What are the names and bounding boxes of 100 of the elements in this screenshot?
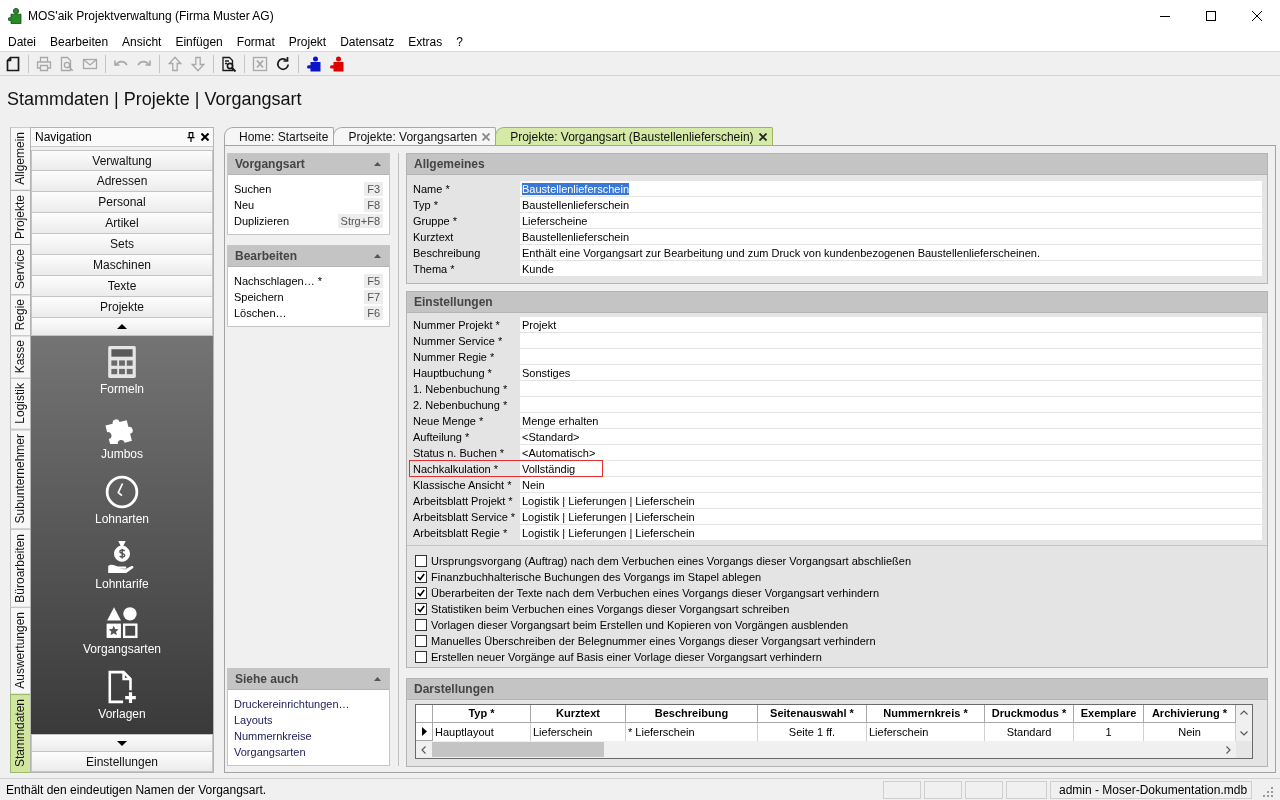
checkbox[interactable] xyxy=(415,651,427,663)
checkbox[interactable] xyxy=(415,619,427,631)
command-link[interactable]: Duplizieren xyxy=(234,215,290,227)
text-field[interactable]: Logistik | Lieferungen | Lieferschein xyxy=(520,493,1262,508)
caret-up-icon[interactable] xyxy=(374,677,381,681)
vertical-scrollbar[interactable] xyxy=(1236,705,1252,741)
text-field[interactable]: <Automatisch> xyxy=(520,445,1262,460)
column-header[interactable]: Kurztext xyxy=(531,705,626,723)
text-field[interactable]: Baustellenlieferschein xyxy=(520,181,1262,196)
text-field[interactable]: Sonstiges xyxy=(520,365,1262,380)
column-header[interactable]: Druckmodus * xyxy=(985,705,1074,723)
nav-item[interactable]: Sets xyxy=(31,234,213,255)
text-field[interactable]: Kunde xyxy=(520,261,1262,276)
column-header[interactable]: Seitenauswahl * xyxy=(758,705,867,723)
column-header[interactable]: Beschreibung xyxy=(626,705,758,723)
checkbox[interactable] xyxy=(415,603,427,615)
text-field[interactable]: Lieferscheine xyxy=(520,213,1262,228)
side-tab[interactable]: Büroarbeiten xyxy=(10,528,30,609)
module-item[interactable]: Formeln xyxy=(100,345,144,396)
caret-up-icon[interactable] xyxy=(374,254,381,258)
pin-icon[interactable] xyxy=(187,132,195,142)
command-link[interactable]: Suchen xyxy=(234,183,272,195)
scroll-left-icon[interactable] xyxy=(421,745,426,754)
command-link[interactable]: Nachschlagen… * xyxy=(234,275,323,287)
side-tab[interactable]: Auswertungen xyxy=(10,607,30,695)
side-tab[interactable]: Projekte xyxy=(10,189,30,245)
side-tab[interactable]: Kasse xyxy=(10,335,30,380)
module-item[interactable]: Lohntarife xyxy=(95,540,149,591)
scroll-up-icon[interactable] xyxy=(1240,710,1248,715)
page-search-icon[interactable] xyxy=(221,55,237,72)
link[interactable]: Layouts xyxy=(234,714,273,726)
menu-item[interactable]: Format xyxy=(229,33,282,50)
menu-item[interactable]: Bearbeiten xyxy=(43,33,116,50)
text-field[interactable]: Menge erhalten xyxy=(520,413,1262,428)
new-page-icon[interactable] xyxy=(5,55,21,72)
menu-item[interactable]: ? xyxy=(449,33,470,50)
side-tab[interactable]: Stammdaten xyxy=(10,694,30,773)
text-field[interactable]: Nein xyxy=(520,477,1262,492)
maximize-icon[interactable] xyxy=(1206,11,1216,21)
checkbox[interactable] xyxy=(415,635,427,647)
side-tab[interactable]: Subunternehmer xyxy=(10,429,30,530)
checkbox[interactable] xyxy=(415,555,427,567)
text-field[interactable]: Baustellenlieferschein xyxy=(520,197,1262,212)
side-tab[interactable]: Allgemein xyxy=(10,127,30,191)
command-link[interactable]: Speichern xyxy=(234,291,284,303)
text-field[interactable]: Projekt xyxy=(520,317,1262,332)
text-field[interactable] xyxy=(520,349,1262,364)
text-field[interactable] xyxy=(520,381,1262,396)
scroll-right-icon[interactable] xyxy=(1226,745,1231,754)
document-tab[interactable]: Projekte: Vorgangsart (Baustellenlieferschein) xyxy=(495,127,773,145)
module-item[interactable]: Lohnarten xyxy=(94,475,149,526)
nav-item[interactable]: Maschinen xyxy=(31,255,213,276)
nav-item[interactable]: Projekte xyxy=(31,297,213,318)
checkbox[interactable] xyxy=(415,587,427,599)
text-field[interactable]: Vollständig xyxy=(520,461,1262,476)
puzzle-person-icon[interactable] xyxy=(329,55,345,72)
row-header-cell[interactable] xyxy=(416,723,433,741)
text-field[interactable] xyxy=(520,397,1262,412)
nav-item[interactable]: Artikel xyxy=(31,213,213,234)
link[interactable]: Vorgangsarten xyxy=(234,746,306,758)
close-icon[interactable] xyxy=(201,133,209,141)
text-field[interactable]: Baustellenlieferschein xyxy=(520,229,1262,244)
refresh-icon[interactable] xyxy=(275,55,291,72)
close-icon[interactable] xyxy=(1252,11,1262,21)
document-tab[interactable]: Projekte: Vorgangsarten xyxy=(333,127,497,145)
puzzle-person-icon[interactable] xyxy=(306,55,322,72)
checkbox[interactable] xyxy=(415,571,427,583)
column-header[interactable]: Typ * xyxy=(433,705,531,723)
close-icon[interactable] xyxy=(758,132,767,141)
text-field[interactable]: Logistik | Lieferungen | Lieferschein xyxy=(520,509,1262,524)
menu-item[interactable]: Einfügen xyxy=(168,33,230,50)
nav-item[interactable]: Texte xyxy=(31,276,213,297)
module-item[interactable]: Vorgangsarten xyxy=(82,605,162,656)
module-item[interactable]: Vorlagen xyxy=(98,670,146,721)
nav-item[interactable]: Personal xyxy=(31,192,213,213)
nav-item[interactable]: Einstellungen xyxy=(31,751,213,772)
column-header[interactable]: Exemplare xyxy=(1074,705,1144,723)
menu-item[interactable]: Extras xyxy=(401,33,450,50)
side-tab[interactable]: Service xyxy=(10,243,30,295)
command-link[interactable]: Löschen… xyxy=(234,307,287,319)
text-field[interactable]: Enthält eine Vorgangsart zur Bearbeitung und zum Druck von kundenbezogenen Baustellenlieferscheinen. xyxy=(520,245,1262,260)
text-field[interactable]: <Standard> xyxy=(520,429,1262,444)
link[interactable]: Nummernkreise xyxy=(234,730,312,742)
text-field[interactable]: Logistik | Lieferungen | Lieferschein xyxy=(520,525,1262,540)
horizontal-scrollbar[interactable] xyxy=(416,741,1236,758)
menu-item[interactable]: Datensatz xyxy=(333,33,402,50)
text-field[interactable] xyxy=(520,333,1262,348)
column-header[interactable]: Nummernkreis * xyxy=(867,705,985,723)
command-link[interactable]: Neu xyxy=(234,199,255,211)
menu-item[interactable]: Datei xyxy=(1,33,43,50)
scrollbar-thumb[interactable] xyxy=(432,742,604,757)
side-tab[interactable]: Logistik xyxy=(10,378,30,431)
scroll-down-icon[interactable] xyxy=(1240,731,1248,736)
side-tab[interactable]: Regie xyxy=(10,293,30,337)
nav-item[interactable]: Adressen xyxy=(31,171,213,192)
minimize-icon[interactable] xyxy=(1160,15,1170,17)
resize-grip-icon[interactable] xyxy=(1262,785,1274,798)
menu-item[interactable]: Projekt xyxy=(281,33,334,50)
document-tab[interactable]: Home: Startseite xyxy=(224,127,335,145)
nav-item[interactable]: Verwaltung xyxy=(31,150,213,171)
